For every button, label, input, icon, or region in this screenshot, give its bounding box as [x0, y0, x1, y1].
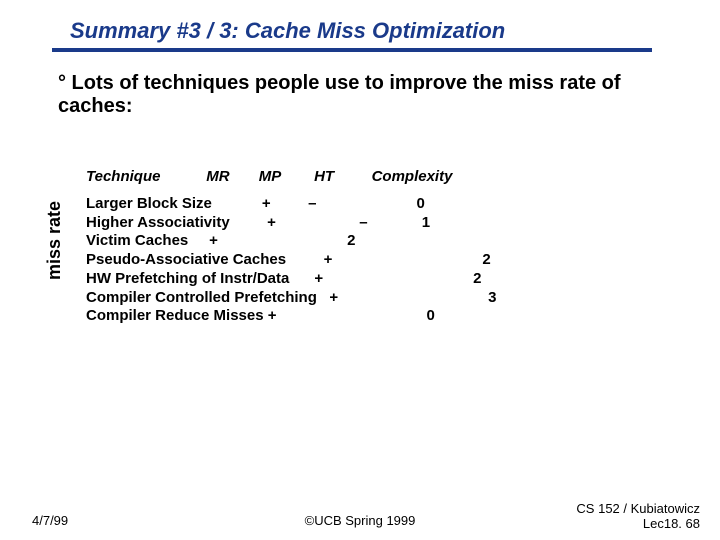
- technique-table: Technique MR MP HT Complexity Larger Blo…: [86, 168, 666, 326]
- table-rows: Larger Block Size + – 0 Higher Associati…: [86, 195, 666, 326]
- bullet-main: ° Lots of techniques people use to impro…: [58, 72, 678, 118]
- slide-title: Summary #3 / 3: Cache Miss Optimization: [70, 18, 505, 44]
- footer-course-line1: CS 152 / Kubiatowicz: [576, 501, 700, 516]
- slide: Summary #3 / 3: Cache Miss Optimization …: [0, 0, 720, 540]
- table-header: Technique MR MP HT Complexity: [86, 168, 666, 187]
- footer-course: CS 152 / Kubiatowicz Lec18. 68: [576, 501, 700, 532]
- title-underline: [52, 48, 652, 52]
- y-axis-label: miss rate: [44, 201, 65, 280]
- footer-course-line2: Lec18. 68: [643, 516, 700, 531]
